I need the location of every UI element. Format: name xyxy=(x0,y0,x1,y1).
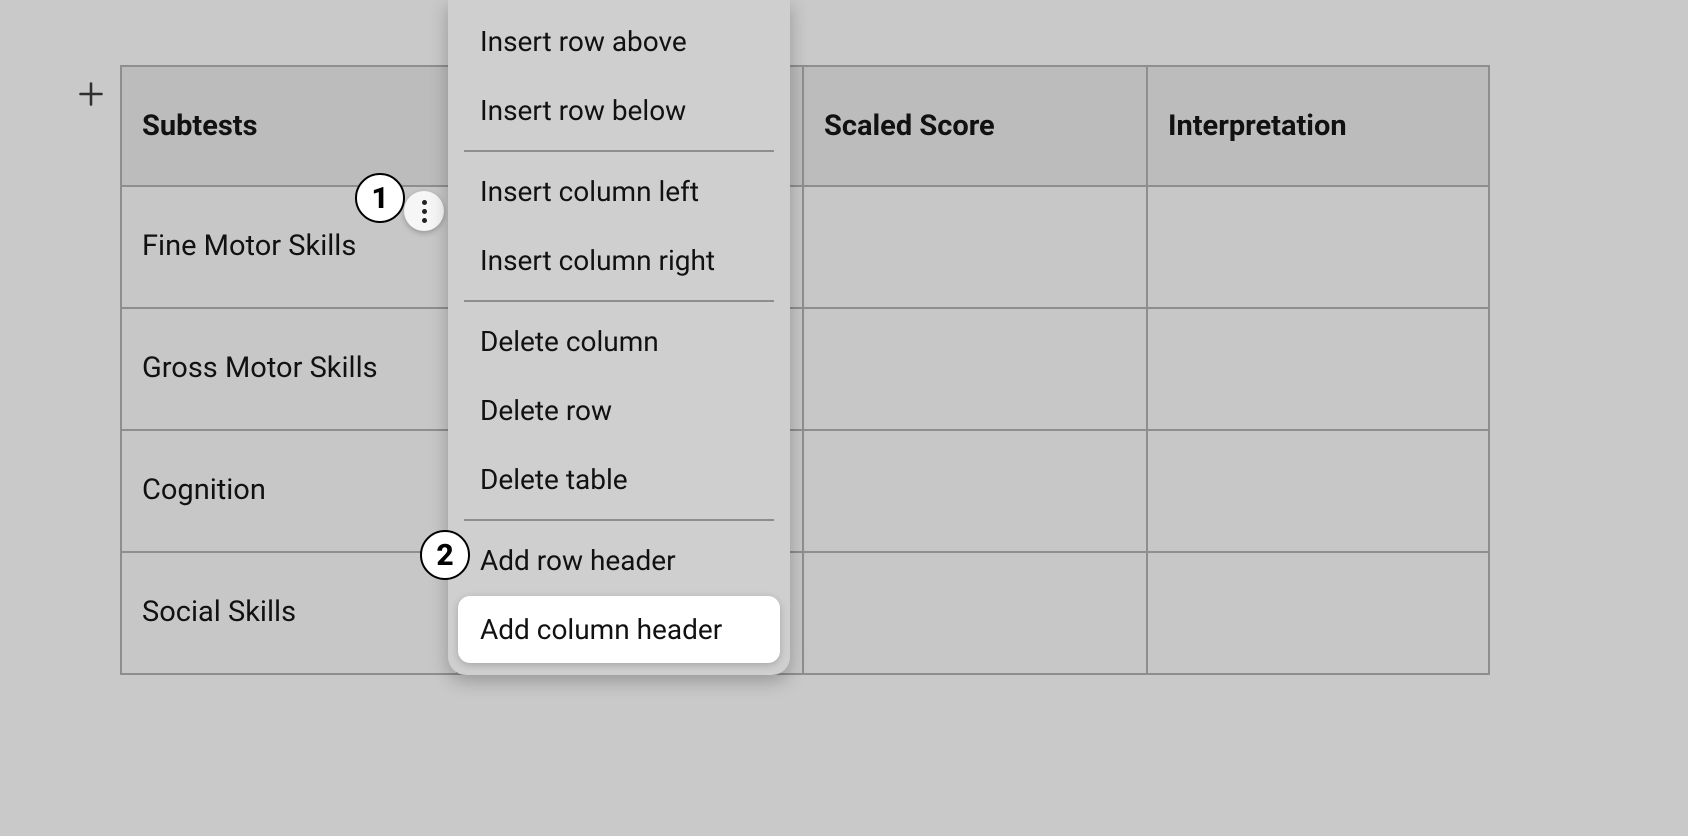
column-header[interactable]: Subtests xyxy=(121,66,457,186)
table-cell[interactable]: Gross Motor Skills xyxy=(121,308,457,430)
table-header-row: Subtests Scaled Score Interpretation xyxy=(121,66,1489,186)
table-row: Fine Motor Skills xyxy=(121,186,1489,308)
table-cell[interactable] xyxy=(803,430,1147,552)
cell-options-button[interactable] xyxy=(404,191,444,231)
context-menu-item[interactable]: Insert column left xyxy=(458,158,780,225)
callout-badge-2: 2 xyxy=(420,530,470,580)
context-menu-item[interactable]: Insert column right xyxy=(458,227,780,294)
table-cell[interactable]: Cognition xyxy=(121,430,457,552)
context-menu-item[interactable]: Delete column xyxy=(458,308,780,375)
table-cell[interactable] xyxy=(1147,430,1489,552)
context-menu-item[interactable]: Delete table xyxy=(458,446,780,513)
table-context-menu: Insert row aboveInsert row below Insert c… xyxy=(448,0,790,675)
table-cell[interactable] xyxy=(803,308,1147,430)
table-row: Gross Motor Skills xyxy=(121,308,1489,430)
table-cell[interactable] xyxy=(1147,186,1489,308)
table-cell[interactable] xyxy=(803,552,1147,674)
table-cell[interactable]: Social Skills xyxy=(121,552,457,674)
table-row: Cognition xyxy=(121,430,1489,552)
context-menu-item[interactable]: Add column header xyxy=(458,596,780,663)
add-table-handle[interactable] xyxy=(73,76,109,112)
table-cell[interactable] xyxy=(1147,308,1489,430)
context-menu-item[interactable]: Add row header xyxy=(458,527,780,594)
context-menu-item[interactable]: Insert row above xyxy=(458,8,780,75)
kebab-icon xyxy=(422,200,427,223)
table-cell[interactable] xyxy=(1147,552,1489,674)
column-header[interactable]: Interpretation xyxy=(1147,66,1489,186)
context-menu-item[interactable]: Insert row below xyxy=(458,77,780,144)
menu-divider xyxy=(464,519,774,521)
table-row: Social Skills xyxy=(121,552,1489,674)
callout-badge-1: 1 xyxy=(355,173,405,223)
plus-icon xyxy=(77,80,105,108)
column-header[interactable]: Scaled Score xyxy=(803,66,1147,186)
data-table[interactable]: Subtests Scaled Score Interpretation Fin… xyxy=(120,65,1490,675)
context-menu-item[interactable]: Delete row xyxy=(458,377,780,444)
table-cell[interactable] xyxy=(803,186,1147,308)
menu-divider xyxy=(464,150,774,152)
menu-divider xyxy=(464,300,774,302)
